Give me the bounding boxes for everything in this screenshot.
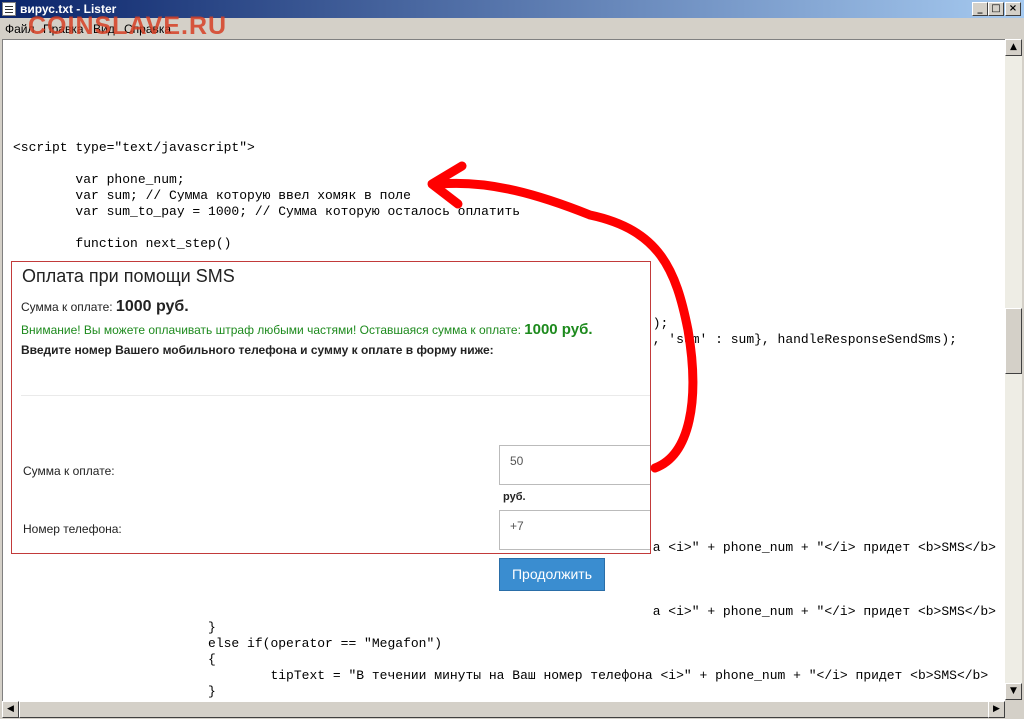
code-line: function next_step() [13, 236, 232, 251]
document-icon [2, 2, 16, 16]
instruction-text: Введите номер Вашего мобильного телефона… [21, 343, 494, 357]
divider [21, 395, 650, 396]
code-line: <script type="text/javascript"> [13, 140, 255, 155]
code-line: } [13, 620, 216, 635]
dialog-title: Оплата при помощи SMS [22, 266, 235, 286]
warning-text: Внимание! Вы можете оплачивать штраф люб… [21, 323, 521, 337]
watermark: COINSLAVE.RU [28, 12, 228, 40]
warning-line: Внимание! Вы можете оплачивать штраф люб… [21, 321, 593, 338]
code-line: var phone_num; [13, 172, 185, 187]
scroll-down-button[interactable]: ▼ [1005, 683, 1022, 700]
scroll-right-button[interactable]: ▶ [988, 701, 1005, 718]
close-button[interactable]: × [1005, 2, 1021, 16]
horizontal-scrollbar[interactable]: ◀ ▶ [2, 701, 1009, 718]
continue-button[interactable]: Продолжить [499, 558, 605, 591]
code-line: else if(operator == "Megafon") [13, 636, 443, 651]
code-line: var sum; // Сумма которую ввел хомяк в п… [13, 188, 411, 203]
resize-grip[interactable] [1005, 701, 1024, 719]
code-line: { [13, 652, 216, 667]
sms-payment-dialog: Оплата при помощи SMS Сумма к оплате: 10… [11, 261, 651, 554]
horizontal-scroll-thumb[interactable] [19, 701, 1009, 718]
currency-label: руб. [503, 491, 526, 503]
phone-label: Номер телефона: [23, 522, 122, 536]
sum-label: Сумма к оплате: [23, 464, 115, 478]
amount-line: Сумма к оплате: 1000 руб. [21, 298, 189, 316]
vertical-scrollbar[interactable]: ▲ ▼ [1005, 39, 1022, 700]
phone-input[interactable]: +7 [499, 510, 650, 550]
amount-value: 1000 руб. [115, 298, 189, 315]
amount-label: Сумма к оплате: [21, 300, 113, 314]
code-line: tipText = "В течении минуты на Ваш номер… [13, 668, 989, 683]
scroll-left-button[interactable]: ◀ [2, 701, 19, 718]
minimize-button[interactable]: _ [972, 2, 988, 16]
warning-value: 1000 руб. [524, 321, 593, 338]
maximize-button[interactable]: □ [988, 2, 1004, 16]
code-line: var sum_to_pay = 1000; // Сумма которую … [13, 204, 521, 219]
scroll-up-button[interactable]: ▲ [1005, 39, 1022, 56]
code-line: а <i>" + phone_num + "</i> придет <b>SMS… [13, 604, 996, 619]
vertical-scroll-thumb[interactable] [1005, 308, 1022, 375]
sum-input[interactable]: 50 [499, 445, 650, 485]
code-line: } [13, 684, 216, 699]
